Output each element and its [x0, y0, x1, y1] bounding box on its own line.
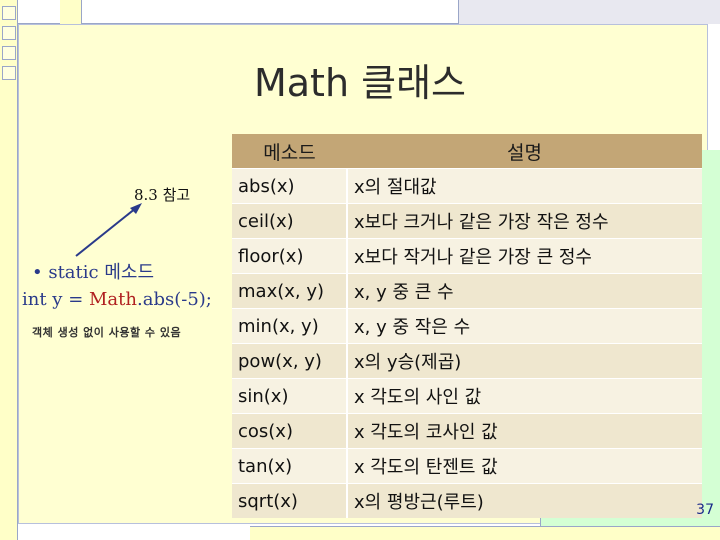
method-cell: floor(x) — [232, 238, 348, 274]
table-row: sqrt(x) x의 평방근(루트) — [232, 483, 702, 518]
method-cell: tan(x) — [232, 448, 348, 484]
table-row: abs(x) x의 절대값 — [232, 168, 702, 204]
usage-note: 객체 생성 없이 사용할 수 있음 — [32, 326, 182, 339]
method-cell: max(x, y) — [232, 273, 348, 309]
desc-cell: x 각도의 탄젠트 값 — [347, 448, 702, 484]
table-row: sin(x) x 각도의 사인 값 — [232, 378, 702, 414]
table-row: min(x, y) x, y 중 작은 수 — [232, 308, 702, 344]
method-cell: cos(x) — [232, 413, 348, 449]
table-row: ceil(x) x보다 크거나 같은 가장 작은 정수 — [232, 203, 702, 239]
desc-cell: x보다 작거나 같은 가장 큰 정수 — [347, 238, 702, 274]
top-decor-box — [458, 0, 720, 24]
decor-square — [2, 26, 16, 40]
code-prefix: int y = — [22, 289, 89, 310]
desc-cell: x, y 중 작은 수 — [347, 308, 702, 344]
code-class-name: Math — [89, 289, 137, 310]
method-cell: sqrt(x) — [232, 483, 348, 518]
method-cell: min(x, y) — [232, 308, 348, 344]
table-row: cos(x) x 각도의 코사인 값 — [232, 413, 702, 449]
method-cell: pow(x, y) — [232, 343, 348, 379]
code-example: int y = Math.abs(-5); — [22, 289, 212, 310]
slide-title: Math 클래스 — [253, 61, 466, 105]
code-suffix: .abs(-5); — [137, 289, 212, 310]
desc-cell: x의 y승(제곱) — [347, 343, 702, 379]
desc-cell: x, y 중 큰 수 — [347, 273, 702, 309]
desc-cell: x의 평방근(루트) — [347, 483, 702, 518]
arrow-icon — [75, 203, 142, 257]
desc-cell: x 각도의 사인 값 — [347, 378, 702, 414]
table-row: pow(x, y) x의 y승(제곱) — [232, 343, 702, 379]
table-header-row: 메소드 설명 — [232, 134, 702, 169]
top-decor-box — [60, 0, 82, 24]
header-method: 메소드 — [232, 134, 347, 169]
table-row: max(x, y) x, y 중 큰 수 — [232, 273, 702, 309]
method-cell: ceil(x) — [232, 203, 348, 239]
method-cell: sin(x) — [232, 378, 348, 414]
table-row: tan(x) x 각도의 탄젠트 값 — [232, 448, 702, 484]
desc-cell: x 각도의 코사인 값 — [347, 413, 702, 449]
bottom-decor-bar — [250, 526, 720, 540]
table-row: floor(x) x보다 작거나 같은 가장 큰 정수 — [232, 238, 702, 274]
desc-cell: x보다 크거나 같은 가장 작은 정수 — [347, 203, 702, 239]
static-method-label: • static 메소드 — [32, 262, 155, 283]
header-description: 설명 — [347, 134, 702, 169]
desc-cell: x의 절대값 — [347, 168, 702, 204]
math-method-table: 메소드 설명 abs(x) x의 절대값 ceil(x) x보다 크거나 같은 가장… — [232, 134, 702, 518]
method-cell: abs(x) — [232, 168, 348, 204]
decor-square — [2, 6, 16, 20]
page-number: 37 — [696, 502, 714, 518]
